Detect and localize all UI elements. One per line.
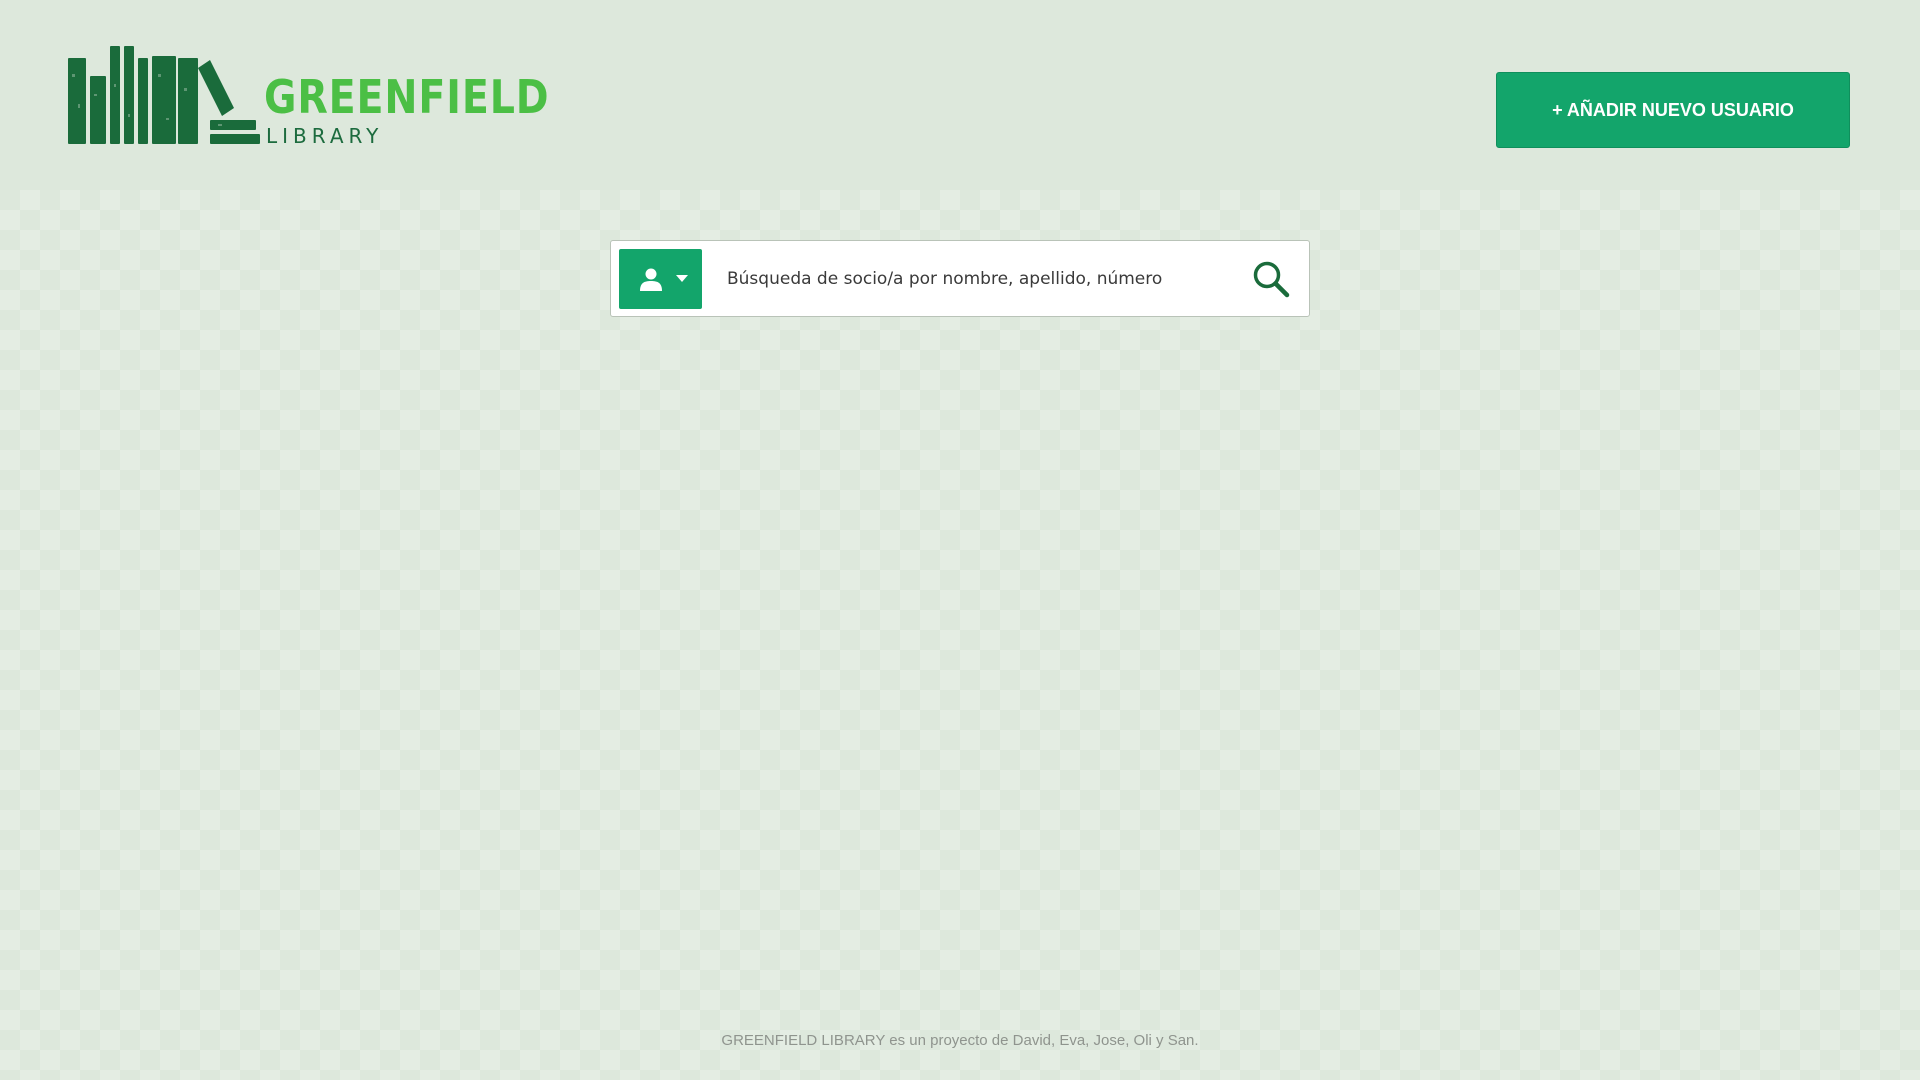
search-icon[interactable] [1251,259,1291,299]
background-pattern [0,190,1920,1080]
search-filter-dropdown[interactable] [619,249,702,309]
member-search-bar [610,240,1310,317]
books-logo-icon [68,46,260,144]
caret-down-icon [676,275,688,282]
add-new-user-button[interactable]: + AÑADIR NUEVO USUARIO [1496,72,1850,148]
user-icon [640,268,662,291]
logo[interactable]: GREENFIELD LIBRARY [68,44,549,148]
header: GREENFIELD LIBRARY + AÑADIR NUEVO USUARI… [0,0,1920,190]
footer-credits: GREENFIELD LIBRARY es un proyecto de Dav… [721,1032,1199,1049]
logo-subtitle: LIBRARY [266,124,384,148]
member-search-input[interactable] [727,259,1227,299]
logo-title: GREENFIELD [264,70,550,124]
